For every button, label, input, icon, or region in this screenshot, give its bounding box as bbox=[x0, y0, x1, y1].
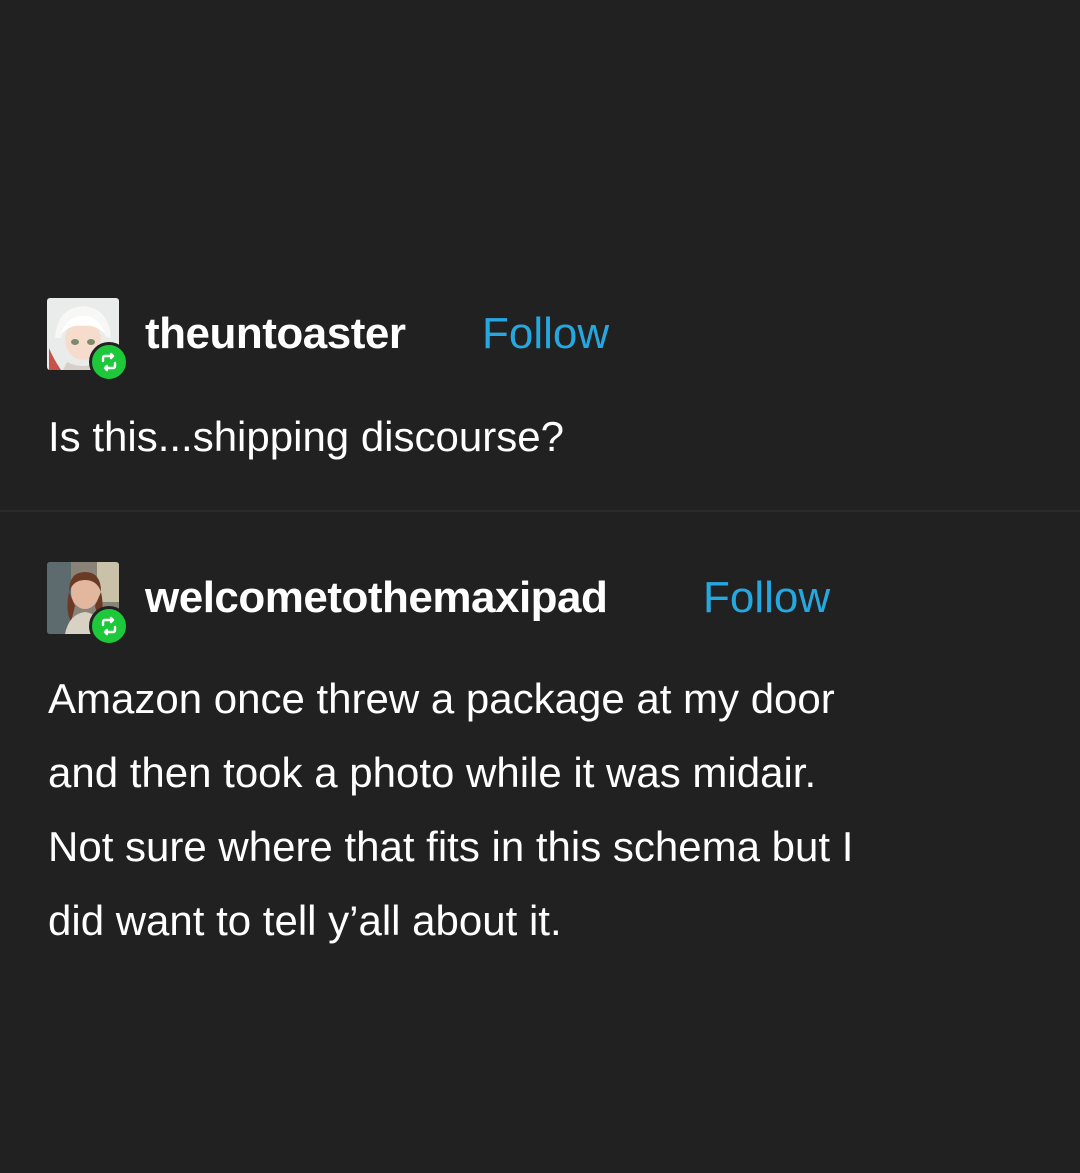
post-body-line: did want to tell y’all about it. bbox=[48, 897, 562, 944]
post-body-line: and then took a photo while it was midai… bbox=[48, 749, 817, 796]
reblog-post-2: welcometothemaxipad Follow Amazon once t… bbox=[0, 560, 1080, 944]
post-header: welcometothemaxipad Follow bbox=[0, 560, 1080, 646]
avatar-container[interactable] bbox=[47, 562, 129, 646]
username[interactable]: theuntoaster bbox=[145, 306, 406, 362]
reblog-badge bbox=[89, 342, 129, 382]
reblog-icon bbox=[101, 352, 117, 372]
reblog-post-1: theuntoaster Follow Is this...shipping d… bbox=[0, 296, 1080, 460]
username[interactable]: welcometothemaxipad bbox=[145, 570, 608, 626]
post-body: Amazon once threw a package at my door a… bbox=[48, 662, 853, 958]
post-body-line: Is this...shipping discourse? bbox=[48, 413, 564, 460]
post-body-line: Amazon once threw a package at my door bbox=[48, 675, 835, 722]
post-body: Is this...shipping discourse? bbox=[48, 400, 564, 474]
post-divider bbox=[0, 510, 1080, 512]
follow-button[interactable]: Follow bbox=[482, 306, 609, 362]
reblog-icon bbox=[101, 616, 117, 636]
reblog-badge bbox=[89, 606, 129, 646]
post-body-line: Not sure where that fits in this schema … bbox=[48, 823, 854, 870]
avatar-container[interactable] bbox=[47, 298, 129, 382]
post-header: theuntoaster Follow bbox=[0, 296, 1080, 382]
follow-button[interactable]: Follow bbox=[703, 570, 830, 626]
